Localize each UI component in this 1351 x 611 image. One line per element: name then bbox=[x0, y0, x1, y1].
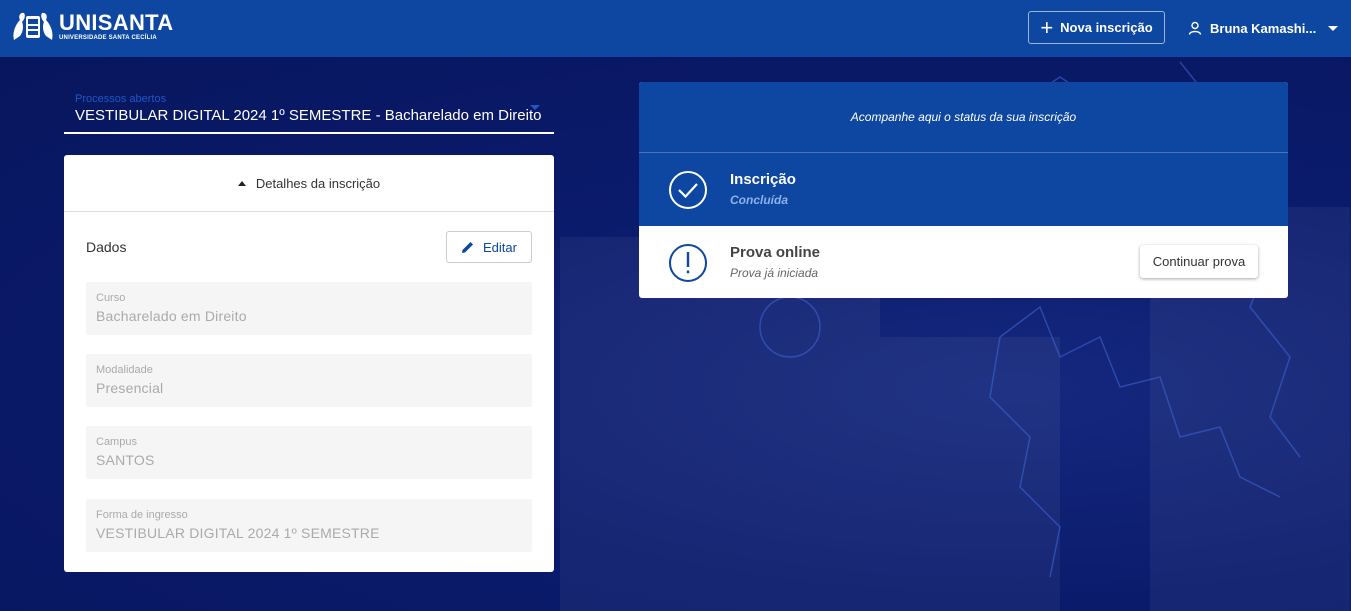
top-bar: UNISANTA UNIVERSIDADE SANTA CECÍLIA + No… bbox=[0, 0, 1351, 57]
logo-wordmark: UNISANTA bbox=[59, 10, 174, 35]
details-toggle[interactable]: Detalhes da inscrição bbox=[64, 155, 554, 212]
registration-details-card: Detalhes da inscrição Dados Editar Curso… bbox=[64, 155, 554, 572]
step-title: Prova online bbox=[730, 244, 821, 261]
caret-up-icon bbox=[237, 180, 246, 186]
field-label: Forma de ingresso bbox=[96, 509, 188, 521]
field-label: Curso bbox=[96, 292, 126, 304]
user-icon bbox=[1188, 21, 1202, 35]
user-menu[interactable]: Bruna Kamashi... bbox=[1188, 17, 1339, 39]
chevron-down-icon bbox=[1328, 25, 1339, 31]
unisanta-logo[interactable]: UNISANTA UNIVERSIDADE SANTA CECÍLIA bbox=[10, 10, 173, 44]
edit-button[interactable]: Editar bbox=[446, 231, 532, 263]
details-toggle-label: Detalhes da inscrição bbox=[255, 175, 381, 191]
seahorse-crest-icon bbox=[13, 12, 53, 41]
exclamation-circle-icon bbox=[669, 244, 707, 282]
check-circle-icon bbox=[669, 171, 707, 209]
field-value: VESTIBULAR DIGITAL 2024 1º SEMESTRE bbox=[96, 525, 380, 541]
pencil-icon bbox=[462, 242, 474, 253]
course-field: Curso Bacharelado em Direito bbox=[86, 282, 532, 335]
status-card: Acompanhe aqui o status da sua inscrição… bbox=[639, 82, 1288, 298]
entry-method-field: Forma de ingresso VESTIBULAR DIGITAL 202… bbox=[86, 499, 532, 552]
field-label: Modalidade bbox=[96, 364, 153, 376]
new-registration-button[interactable]: + Nova inscrição bbox=[1028, 11, 1165, 44]
edit-button-label: Editar bbox=[483, 239, 517, 255]
status-heading: Acompanhe aqui o status da sua inscrição bbox=[639, 82, 1288, 153]
logo-subtitle: UNIVERSIDADE SANTA CECÍLIA bbox=[59, 35, 157, 41]
dropdown-arrow-icon bbox=[530, 105, 540, 110]
process-select-label: Processos abertos bbox=[75, 93, 167, 105]
user-name: Bruna Kamashi... bbox=[1210, 20, 1317, 36]
field-value: SANTOS bbox=[96, 452, 155, 468]
step-registration: Inscrição Concluída bbox=[639, 153, 1288, 226]
section-title: Dados bbox=[86, 239, 127, 255]
step-title: Inscrição bbox=[730, 171, 796, 188]
campus-field: Campus SANTOS bbox=[86, 426, 532, 479]
process-select-value: VESTIBULAR DIGITAL 2024 1º SEMESTRE - Ba… bbox=[75, 107, 542, 124]
step-subtitle: Concluída bbox=[730, 193, 789, 207]
field-value: Presencial bbox=[96, 380, 164, 396]
field-value: Bacharelado em Direito bbox=[96, 308, 247, 324]
new-registration-label: Nova inscrição bbox=[1060, 20, 1153, 35]
modality-field: Modalidade Presencial bbox=[86, 354, 532, 407]
continue-exam-button[interactable]: Continuar prova bbox=[1140, 245, 1258, 278]
plus-icon: + bbox=[1040, 14, 1054, 40]
process-select[interactable]: Processos abertos VESTIBULAR DIGITAL 202… bbox=[64, 90, 554, 134]
field-label: Campus bbox=[96, 436, 137, 448]
step-online-exam: Prova online Prova já iniciada Continuar… bbox=[639, 226, 1288, 298]
step-subtitle: Prova já iniciada bbox=[730, 266, 819, 280]
